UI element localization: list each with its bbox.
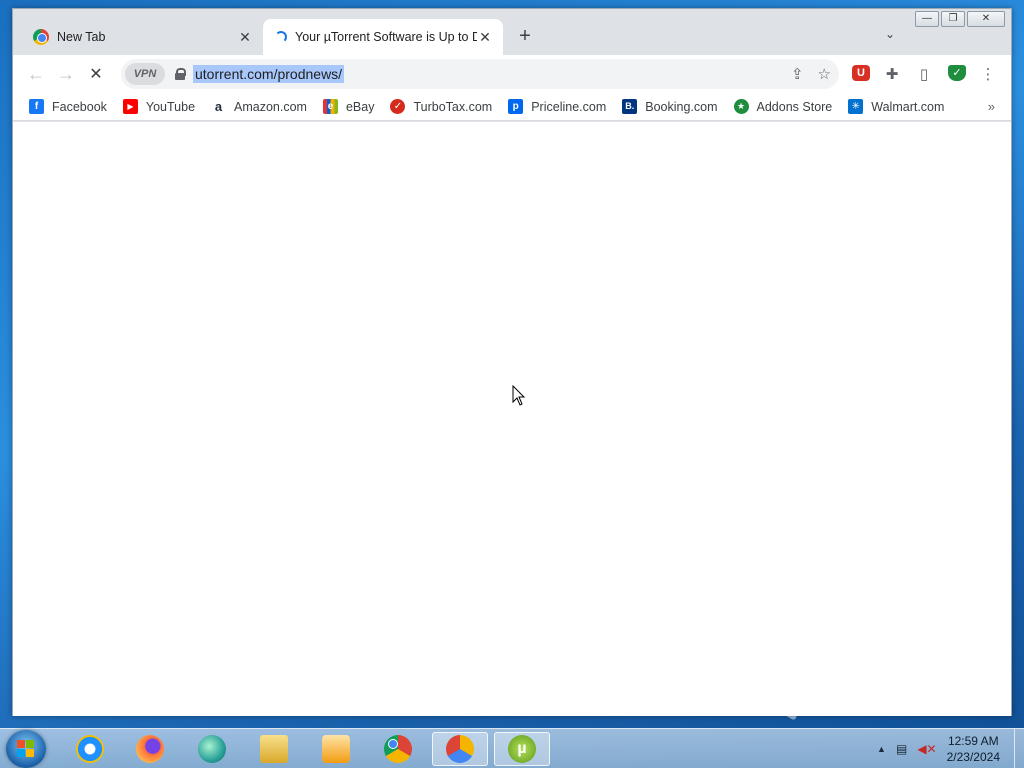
taskbar: µ ▲ ▤ ◀✕ 12:59 AM 2/23/2024 <box>0 728 1024 768</box>
system-clock[interactable]: 12:59 AM 2/23/2024 <box>947 733 1000 765</box>
bookmark-label: Booking.com <box>645 99 718 114</box>
bookmark-label: Walmart.com <box>871 99 945 114</box>
bookmark-youtube[interactable]: ▶ YouTube <box>122 99 196 114</box>
side-panel-icon[interactable]: ▯ <box>915 65 933 83</box>
bookmark-turbotax[interactable]: ✓ TurboTax.com <box>390 99 492 114</box>
bookmark-label: Facebook <box>52 99 107 114</box>
bookmarks-bar: f Facebook ▶ YouTube a Amazon.com e eBay… <box>13 93 1011 121</box>
priceline-icon: p <box>508 99 524 114</box>
taskbar-media-player[interactable] <box>308 732 364 766</box>
back-button[interactable]: ← <box>21 64 51 85</box>
tab-search-icon[interactable]: ⌄ <box>885 27 895 41</box>
vpn-badge[interactable]: VPN <box>125 63 165 85</box>
tab-close-icon[interactable]: ✕ <box>477 29 493 46</box>
tab-new-tab[interactable]: New Tab ✕ <box>23 19 263 55</box>
clock-date: 2/23/2024 <box>946 750 1000 764</box>
bookmark-label: YouTube <box>145 99 196 114</box>
addons-store-icon: ★ <box>733 99 749 114</box>
tab-utorrent[interactable]: Your µTorrent Software is Up to D ✕ <box>263 19 503 55</box>
bookmark-label: Priceline.com <box>531 99 607 114</box>
page-content[interactable] <box>13 122 1011 716</box>
bookmark-label: TurboTax.com <box>413 99 493 114</box>
browser-window: New Tab ✕ Your µTorrent Software is Up t… <box>12 8 1012 716</box>
bookmarks-overflow-button[interactable]: » <box>988 99 995 114</box>
green-app-icon <box>198 735 226 763</box>
loading-spinner-icon <box>275 31 287 43</box>
address-bar[interactable]: VPN utorrent.com/prodnews/ ⇪ ☆ <box>121 59 839 89</box>
taskbar-vpn-app[interactable] <box>432 732 488 766</box>
extensions-puzzle-icon[interactable]: ✚ <box>883 65 901 83</box>
system-tray: ▲ ▤ ◀✕ 12:59 AM 2/23/2024 <box>877 729 1024 768</box>
volume-muted-icon[interactable]: ◀✕ <box>917 742 936 756</box>
tab-close-icon[interactable]: ✕ <box>237 29 253 46</box>
url-text[interactable]: utorrent.com/prodnews/ <box>193 65 345 83</box>
window-controls: — ❐ ✕ <box>913 11 1005 27</box>
bookmark-label: Addons Store <box>756 99 833 114</box>
ebay-icon: e <box>322 99 338 114</box>
taskbar-internet-explorer[interactable] <box>62 732 118 766</box>
taskbar-utorrent[interactable]: µ <box>494 732 550 766</box>
taskbar-green-app[interactable] <box>184 732 240 766</box>
chrome-icon <box>33 29 49 45</box>
adblock-extension-icon[interactable]: U <box>852 65 870 81</box>
bookmark-priceline[interactable]: p Priceline.com <box>508 99 606 114</box>
browser-menu-icon[interactable]: ⋮ <box>979 65 997 83</box>
utorrent-icon: µ <box>508 735 536 763</box>
close-button[interactable]: ✕ <box>967 11 1005 27</box>
bookmark-label: Amazon.com <box>234 99 307 114</box>
bookmark-facebook[interactable]: f Facebook <box>29 99 107 114</box>
show-desktop-button[interactable] <box>1014 729 1024 768</box>
tab-strip: New Tab ✕ Your µTorrent Software is Up t… <box>13 9 1011 55</box>
start-button[interactable] <box>6 730 46 768</box>
network-icon[interactable]: ▤ <box>896 742 907 756</box>
taskbar-chrome[interactable] <box>370 732 426 766</box>
tab-title: Your µTorrent Software is Up to D <box>295 30 477 44</box>
bookmark-booking[interactable]: B. Booking.com <box>622 99 718 114</box>
minimize-button[interactable]: — <box>915 11 939 27</box>
security-shield-icon[interactable]: ✓ <box>948 65 966 81</box>
bookmark-walmart[interactable]: ✳ Walmart.com <box>848 99 944 114</box>
folder-icon <box>260 735 288 763</box>
internet-explorer-icon <box>76 735 104 763</box>
bookmark-ebay[interactable]: e eBay <box>322 99 375 114</box>
share-icon[interactable]: ⇪ <box>791 65 804 83</box>
stop-loading-button[interactable]: ✕ <box>81 64 111 84</box>
tab-title: New Tab <box>57 30 106 44</box>
amazon-icon: a <box>211 99 227 114</box>
youtube-icon: ▶ <box>122 99 138 114</box>
booking-icon: B. <box>622 99 638 114</box>
facebook-icon: f <box>29 99 44 114</box>
bookmark-label: eBay <box>345 99 375 114</box>
restore-button[interactable]: ❐ <box>941 11 965 27</box>
lock-icon[interactable] <box>175 68 186 80</box>
windows-logo-icon <box>17 740 35 758</box>
media-player-icon <box>322 735 350 763</box>
new-tab-button[interactable]: + <box>513 25 537 49</box>
mouse-cursor-icon <box>512 385 526 406</box>
bookmark-addons-store[interactable]: ★ Addons Store <box>733 99 833 114</box>
taskbar-file-explorer[interactable] <box>246 732 302 766</box>
browser-toolbar: ← → ✕ VPN utorrent.com/prodnews/ ⇪ ☆ U ✚… <box>13 55 1011 93</box>
firefox-icon <box>136 735 164 763</box>
chrome-icon <box>384 735 412 763</box>
taskbar-firefox[interactable] <box>122 732 178 766</box>
forward-button[interactable]: → <box>51 64 81 85</box>
clock-time: 12:59 AM <box>947 734 999 748</box>
bookmark-star-icon[interactable]: ☆ <box>818 65 831 83</box>
bookmark-amazon[interactable]: a Amazon.com <box>211 99 307 114</box>
turbotax-icon: ✓ <box>390 99 406 114</box>
vpn-app-icon <box>446 735 474 763</box>
walmart-icon: ✳ <box>848 99 864 114</box>
tray-expand-icon[interactable]: ▲ <box>877 744 886 754</box>
